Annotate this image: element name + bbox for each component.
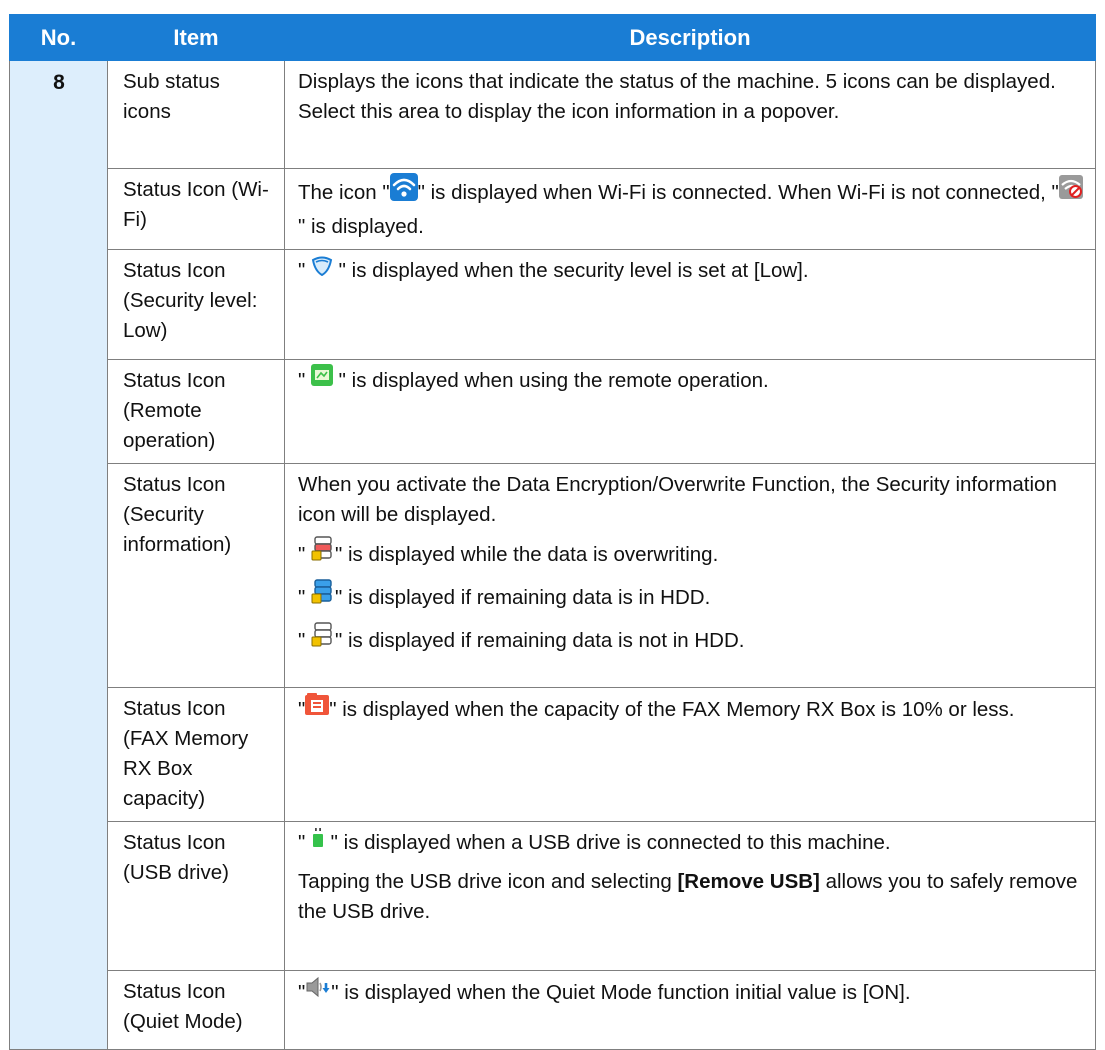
table-row: Status Icon (Remote operation) " " is di… — [10, 359, 1096, 464]
text-span: " is displayed when the security level i… — [332, 259, 809, 282]
description-line: " " is displayed if remaining data is no… — [298, 622, 1083, 659]
text-span: " — [298, 542, 311, 566]
description-text: " " is displayed when the security level… — [298, 256, 1083, 287]
item-cell: Sub status icons — [107, 60, 285, 169]
remote-operation-icon — [310, 364, 333, 395]
text-span: " — [298, 585, 311, 609]
table-row: Status Icon (FAX Memory RX Box capacity)… — [10, 687, 1096, 822]
description-line: " " is displayed if remaining data is in… — [298, 579, 1083, 616]
description-cell: " " is displayed when a USB drive is con… — [284, 821, 1096, 971]
wifi-connected-icon — [389, 173, 418, 210]
text-span: " is displayed when Wi-Fi is connected. … — [417, 180, 1059, 204]
text-span: The icon " — [298, 180, 390, 204]
header-item: Item — [107, 14, 285, 61]
text-span: " — [298, 369, 311, 392]
description-text: " " is displayed when the Quiet Mode func… — [298, 975, 1083, 1010]
usb-drive-icon — [311, 826, 325, 857]
item-cell: Status Icon (FAX Memory RX Box capacity) — [107, 687, 285, 822]
item-cell: Status Icon (Security level: Low) — [107, 249, 285, 360]
item-cell: Status Icon (Quiet Mode) — [107, 970, 285, 1050]
item-cell: Status Icon (USB drive) — [107, 821, 285, 971]
text-span: " is displayed if remaining data is not … — [334, 628, 745, 652]
table-row: Status Icon (Wi-Fi) The icon " " is displ… — [10, 168, 1096, 250]
table-row: Status Icon (Security information) When … — [10, 463, 1096, 688]
description-text: When you activate the Data Encryption/Ov… — [298, 473, 1057, 526]
header-no: No. — [9, 14, 108, 61]
text-span: " — [298, 980, 306, 1004]
item-number: 8 — [9, 60, 108, 1050]
description-cell: " " is displayed when using the remote o… — [284, 359, 1096, 464]
data-in-hdd-icon — [311, 579, 335, 614]
text-span: " — [298, 697, 306, 721]
text-span: " — [298, 259, 311, 282]
text-span: " is displayed when the Quiet Mode funct… — [331, 980, 911, 1004]
data-overwriting-icon — [311, 536, 335, 571]
description-cell: " " is displayed when the capacity of the… — [284, 687, 1096, 822]
description-text: " " is displayed when the capacity of the… — [298, 692, 1083, 727]
security-low-shield-icon — [311, 254, 333, 285]
text-span: " is displayed. — [298, 215, 424, 238]
description-text: Tapping the USB drive icon and selecting… — [298, 867, 1083, 927]
wifi-disconnected-icon — [1058, 175, 1083, 208]
fax-memory-rx-box-icon — [305, 692, 330, 725]
description-text: Displays the icons that indicate the sta… — [298, 70, 1056, 123]
text-span: " is displayed when the capacity of the … — [329, 697, 1015, 721]
table-row: Status Icon (Security level: Low) " " is… — [10, 249, 1096, 360]
data-not-in-hdd-icon — [311, 622, 335, 657]
remove-usb-label: [Remove USB] — [677, 870, 820, 894]
description-cell: " " is displayed when the Quiet Mode func… — [284, 970, 1096, 1050]
text-span: " is displayed if remaining data is in H… — [334, 585, 711, 609]
text-span: " is displayed while the data is overwri… — [334, 542, 719, 566]
item-cell: Status Icon (Remote operation) — [107, 359, 285, 464]
description-cell: The icon " " is displayed when Wi-Fi is c… — [284, 168, 1096, 250]
quiet-mode-icon — [305, 975, 331, 1008]
table-header-row: No. Item Description — [9, 14, 1096, 61]
text-span: " is displayed when using the remote ope… — [332, 369, 769, 392]
description-cell: When you activate the Data Encryption/Ov… — [284, 463, 1096, 688]
table-row: Status Icon (Quiet Mode) " " is displayed… — [10, 970, 1096, 1050]
item-cell: Status Icon (Wi-Fi) — [107, 168, 285, 250]
text-span: " — [298, 628, 311, 652]
table-row: Status Icon (USB drive) " " is displayed… — [10, 821, 1096, 971]
table-row: 8 Sub status icons Displays the icons th… — [9, 60, 1096, 1050]
text-span: Tapping the USB drive icon and selecting — [298, 870, 678, 894]
description-text: " " is displayed when a USB drive is con… — [298, 828, 1083, 859]
description-text: " " is displayed when using the remote o… — [298, 364, 1083, 397]
header-description: Description — [284, 14, 1096, 61]
description-cell: Displays the icons that indicate the sta… — [284, 60, 1096, 169]
description-line: " " is displayed while the data is overw… — [298, 536, 1083, 573]
description-cell: " " is displayed when the security level… — [284, 249, 1096, 360]
description-text: The icon " " is displayed when Wi-Fi is c… — [298, 173, 1083, 242]
item-cell: Status Icon (Security information) — [107, 463, 285, 688]
text-span: " — [298, 831, 311, 854]
text-span: " is displayed when a USB drive is conne… — [324, 831, 891, 854]
status-icons-table: No. Item Description 8 Sub status icons … — [9, 14, 1096, 1050]
